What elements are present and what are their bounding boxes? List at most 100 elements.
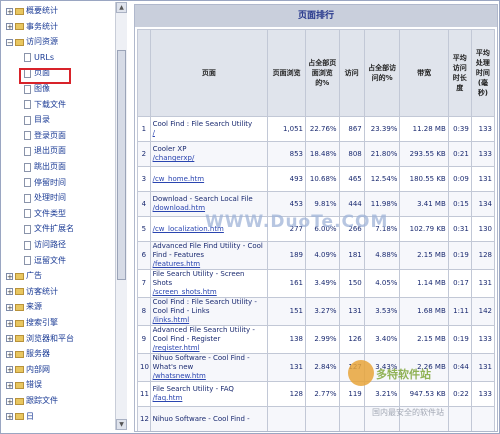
table-row[interactable]: 8 Cool Find : File Search Utility - Cool …	[137, 297, 496, 326]
tree-item[interactable]: 跳出页面	[24, 161, 66, 173]
cell-p: 133	[470, 116, 496, 142]
column-header[interactable]: 占全部页面浏览的%	[304, 29, 340, 117]
cell-pv	[267, 406, 306, 431]
folder-icon	[15, 303, 24, 311]
page-url-link[interactable]: /links.html	[153, 316, 266, 325]
tree-item[interactable]: + 错误	[6, 379, 42, 391]
cell-bw: 293.55 KB	[399, 141, 449, 167]
tree-item[interactable]: + 访客统计	[6, 286, 58, 298]
page-url-link[interactable]: /screen_shots.htm	[153, 288, 266, 297]
tree-item[interactable]: + 日	[6, 411, 34, 423]
cell-t: 0:09	[447, 166, 472, 192]
table-row[interactable]: 3/cw_home.htm 493 10.68% 465 12.54% 180.55 KB…	[137, 166, 496, 192]
tree-scrollbar[interactable]: ▲ ▼	[115, 2, 127, 430]
tree-item[interactable]: 目录	[24, 114, 50, 126]
column-header[interactable]: 页面浏览	[267, 29, 306, 117]
expand-icon[interactable]: +	[6, 397, 13, 405]
tree-item[interactable]: 下载文件	[24, 99, 66, 111]
expand-icon[interactable]: +	[6, 366, 13, 374]
tree-item-label: 下载文件	[34, 99, 66, 109]
page-url-link[interactable]: /faq.htm	[153, 394, 266, 403]
page-url-link[interactable]: /whatsnew.htm	[153, 372, 266, 381]
table-row[interactable]: 2 Cooler XP/changerxp/853 18.48% 808 21.80% 2…	[137, 141, 496, 167]
scroll-down-arrow-icon[interactable]: ▼	[116, 419, 127, 430]
table-row[interactable]: 7 File Search Utility - Screen Shots/scre…	[137, 269, 496, 298]
tree-item[interactable]: + 广告	[6, 270, 42, 282]
tree-item[interactable]: 登录页面	[24, 130, 66, 142]
watermark-slogan: 国内最安全的软件站	[372, 408, 444, 417]
page-cell: Advanced File Search Utility - Cool Find…	[149, 325, 269, 354]
column-header[interactable]	[137, 29, 151, 117]
cell-pv: 493	[267, 166, 306, 192]
page-title: Cool Find : File Search Utility - Cool F…	[152, 298, 257, 316]
column-header[interactable]: 平均处理时间(毫秒)	[470, 29, 496, 117]
tree-item[interactable]: 处理时间	[24, 192, 66, 204]
tree-item[interactable]: + 概要统计	[6, 5, 58, 17]
tree-item[interactable]: + 服务器	[6, 348, 50, 360]
tree-item-label: 日	[26, 411, 34, 421]
expand-icon[interactable]: +	[6, 7, 13, 15]
cell-pv: 128	[267, 381, 306, 407]
cell-vp: 3.40%	[363, 325, 401, 354]
page-url-link[interactable]: /changerxp/	[153, 154, 266, 163]
page-url-link[interactable]: /register.html	[153, 344, 266, 353]
tree-item[interactable]: + 搜索引擎	[6, 317, 58, 329]
expand-icon[interactable]: +	[6, 23, 13, 31]
tree-item[interactable]: − 访问资源	[6, 36, 58, 48]
column-header[interactable]: 带宽	[399, 29, 449, 117]
expand-icon[interactable]: +	[6, 319, 13, 327]
page-url-link[interactable]: /	[153, 129, 266, 138]
page-cell: File Search Utility - FAQ/faq.htm	[149, 381, 269, 407]
tree-item-label: 内部网	[26, 364, 50, 374]
expand-icon[interactable]: +	[6, 350, 13, 358]
tree-item[interactable]: 退出页面	[24, 145, 66, 157]
tree-item[interactable]: + 事务统计	[6, 21, 58, 33]
document-icon	[24, 193, 31, 203]
tree-item[interactable]: + 来源	[6, 301, 42, 313]
column-header[interactable]: 访问	[338, 29, 365, 117]
tree-item-label: 目录	[34, 115, 50, 125]
tree-item[interactable]: + 内部网	[6, 364, 50, 376]
column-header[interactable]: 占全部访问的%	[363, 29, 401, 117]
tree-item-label: 错误	[26, 380, 42, 390]
expand-icon[interactable]: +	[6, 272, 13, 280]
tree-item[interactable]: + 跟踪文件	[6, 395, 58, 407]
tree-item[interactable]: 文件类型	[24, 208, 66, 220]
scroll-thumb[interactable]	[117, 50, 126, 280]
table-row[interactable]: 9 Advanced File Search Utility - Cool Fin…	[137, 325, 496, 354]
tree-item[interactable]: + 浏览器和平台	[6, 333, 74, 345]
cell-p: 131	[470, 353, 496, 382]
folder-icon	[15, 288, 24, 296]
expand-icon[interactable]: +	[6, 288, 13, 296]
tree-item[interactable]: 停留时间	[24, 177, 66, 189]
cell-vp: 3.21%	[363, 381, 401, 407]
folder-icon	[15, 272, 24, 280]
tree-item-label: URLs	[34, 52, 55, 62]
folder-icon	[15, 23, 24, 31]
table-row[interactable]: 6 Advanced File Find Utility - Cool Find …	[137, 241, 496, 270]
tree-item[interactable]: 访问路径	[24, 239, 66, 251]
expand-icon[interactable]: +	[6, 413, 13, 421]
tree-item[interactable]: 文件扩展名	[24, 223, 74, 235]
column-header[interactable]: 平均访问时长度	[447, 29, 472, 117]
tree-item[interactable]: 图像	[24, 83, 50, 95]
page-url-link[interactable]: /features.htm	[153, 260, 266, 269]
tree-item-label: 来源	[26, 302, 42, 312]
table-row[interactable]: 11 File Search Utility - FAQ/faq.htm 128 2.…	[137, 381, 496, 407]
page-title: Advanced File Search Utility - Cool Find…	[152, 326, 255, 344]
document-icon	[24, 162, 31, 172]
expand-icon[interactable]: +	[6, 381, 13, 389]
expand-icon[interactable]: +	[6, 335, 13, 343]
page-url-link[interactable]: /cw_home.htm	[153, 175, 266, 184]
cell-t: 0:15	[447, 191, 472, 217]
table-row[interactable]: 10 Nihuo Software - Cool Find - What's ne…	[137, 353, 496, 382]
table-row[interactable]: 1 Cool Find : File Search Utility/1,051 22…	[137, 116, 496, 142]
column-header[interactable]: 页面	[149, 29, 269, 117]
tree-item-label: 搜索引擎	[26, 318, 58, 327]
expand-icon[interactable]: +	[6, 303, 13, 311]
scroll-up-arrow-icon[interactable]: ▲	[116, 2, 127, 13]
tree-item[interactable]: URLs	[24, 52, 54, 64]
cell-n: 10	[137, 353, 151, 382]
tree-item[interactable]: 逗留文件	[24, 255, 66, 267]
collapse-icon[interactable]: −	[6, 38, 13, 46]
